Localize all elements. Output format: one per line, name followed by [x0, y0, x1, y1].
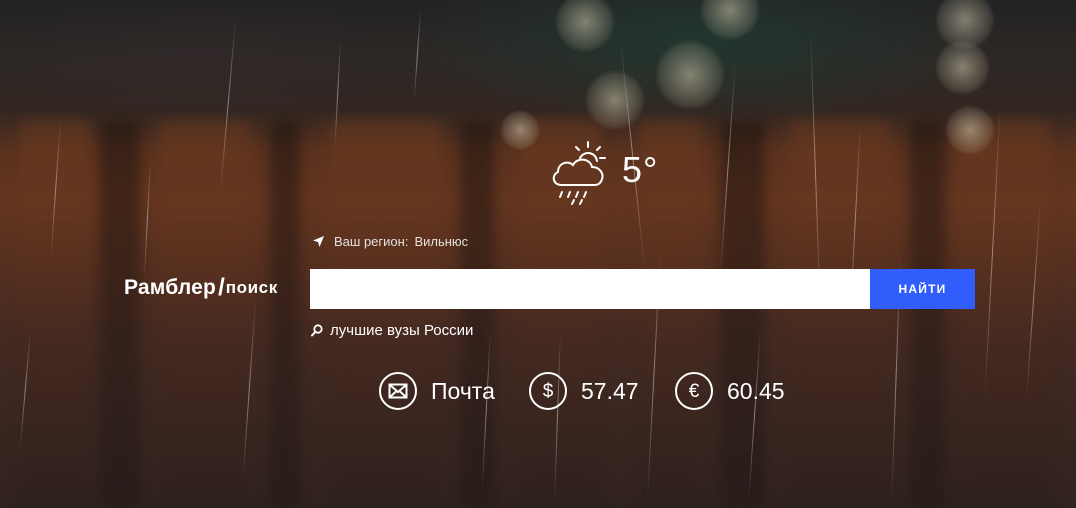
- rambler-search-logo[interactable]: Рамблер / поиск: [124, 273, 278, 303]
- region-city[interactable]: Вильнюс: [414, 234, 468, 249]
- search-icon: [311, 323, 323, 336]
- location-arrow-icon: [313, 235, 324, 247]
- euro-symbol: €: [688, 380, 700, 402]
- search-input[interactable]: [310, 269, 870, 309]
- usd-rate-link[interactable]: $ 57.47: [529, 370, 639, 412]
- weather-temperature: 5°: [622, 149, 659, 190]
- mail-link[interactable]: Почта: [379, 370, 495, 412]
- eur-rate-link[interactable]: € 60.45: [675, 370, 785, 412]
- envelope-icon: [379, 372, 417, 410]
- search-suggestion[interactable]: лучшие вузы России: [311, 320, 473, 340]
- dollar-icon: $: [529, 372, 567, 410]
- background-image: [0, 0, 1076, 508]
- logo-sub-text: поиск: [225, 278, 278, 297]
- euro-icon: €: [675, 372, 713, 410]
- logo-slash: /: [218, 274, 225, 301]
- weather-widget[interactable]: 5°: [548, 140, 658, 206]
- eur-rate-value: 60.45: [727, 377, 785, 404]
- dollar-symbol: $: [542, 380, 554, 402]
- usd-rate-value: 57.47: [581, 377, 639, 404]
- logo-main-text: Рамблер: [124, 276, 217, 299]
- search-form: НАЙТИ: [310, 269, 975, 309]
- mail-label: Почта: [431, 377, 495, 404]
- search-button[interactable]: НАЙТИ: [870, 269, 975, 309]
- partly-cloudy-rain-icon: [552, 141, 606, 205]
- region-selector[interactable]: Ваш регион: Вильнюс: [312, 232, 468, 250]
- suggestion-text: лучшие вузы России: [330, 321, 474, 339]
- region-label: Ваш регион:: [334, 233, 409, 249]
